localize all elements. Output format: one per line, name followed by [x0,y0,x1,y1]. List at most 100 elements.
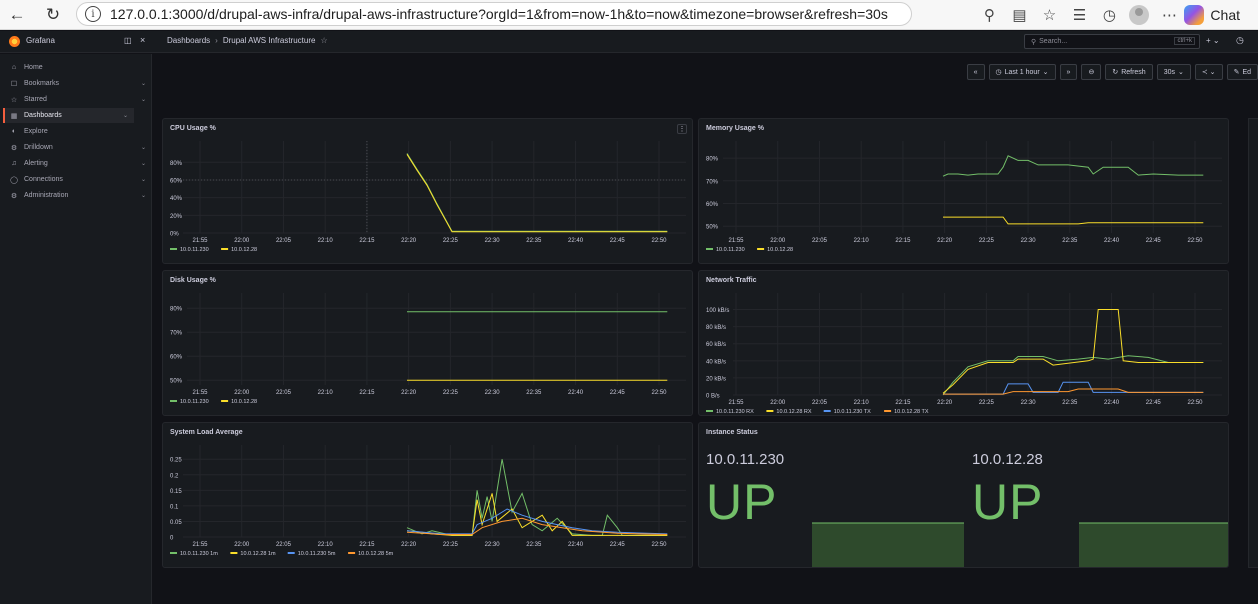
legend-label[interactable]: 10.0.11.230 [180,399,209,405]
x-tick-label: 22:05 [812,238,828,244]
panel-disk-usage[interactable]: 80% 70% 60% 50% 21:55 22:00 22:05 22:10 22:15 22:… [162,270,693,416]
dashboard-controls: « ◷ Last 1 hour ⌄ » ⊖ ↻ Refresh 30s ⌄ ≺ … [966,64,1258,80]
close-menu-icon[interactable]: × [140,35,145,45]
legend-swatch [348,552,356,554]
sidebar-item-label: Administration [24,192,69,199]
legend-label[interactable]: 10.0.12.28 [767,247,793,253]
favorite-icon[interactable]: ☆ [1036,2,1062,28]
legend-label[interactable]: 10.0.11.230 [716,247,745,253]
edit-button[interactable]: ✎ Ed [1226,64,1258,80]
chevron-down-icon: ⌄ [1042,69,1049,76]
x-tick-label: 22:20 [937,238,953,244]
address-bar[interactable]: i 127.0.0.1:3000/d/drupal-aws-infra/drup… [76,2,912,26]
x-tick-label: 22:40 [568,238,584,244]
y-tick-label: 0.1 [170,504,179,510]
history-icon[interactable]: ◷ [1096,2,1122,28]
x-tick-label: 22:00 [234,238,250,244]
sidebar-item-bookmarks[interactable]: ☐ Bookmarks ⌄ [0,76,152,91]
site-info-icon[interactable]: i [85,6,101,22]
legend-label[interactable]: 10.0.12.28 1m [240,551,276,557]
chevron-down-icon[interactable]: ⌄ [141,96,146,103]
sidebar-item-label: Drilldown [24,144,53,151]
legend-label[interactable]: 10.0.11.230 5m [298,551,336,557]
zoom-out-button[interactable]: ⊖ [1081,64,1102,80]
time-back-button[interactable]: « [966,64,985,80]
series-line [943,388,1204,395]
x-tick-label: 22:50 [1187,400,1203,406]
panel-system-load[interactable]: 0.25 0.2 0.15 0.1 0.05 0 21:55 22:00 22:05 22:10 2… [162,422,693,568]
legend-label[interactable]: 10.0.12.28 [231,399,257,405]
x-tick-label: 22:25 [979,400,995,406]
time-forward-button[interactable]: » [1059,64,1078,80]
sidebar-item-connections[interactable]: ◯ Connections ⌄ [0,172,152,187]
legend-swatch [823,410,831,412]
instance-status-value: UP [972,474,1044,530]
breadcrumb-dashboard-title[interactable]: Drupal AWS Infrastructure [223,36,316,45]
legend-label[interactable]: 10.0.12.28 TX [894,409,929,415]
star-dashboard-icon[interactable]: ☆ [320,36,327,45]
favorites-list-icon[interactable]: ☰ [1066,2,1092,28]
legend-swatch [757,248,765,250]
new-menu-button[interactable]: + ⌄ [1206,36,1220,45]
back-icon[interactable]: ← [6,4,28,26]
panel-instance-status[interactable]: Instance Status 10.0.11.230 UP 10.0.12.2… [698,422,1229,568]
legend-swatch [221,248,229,250]
x-tick-label: 22:50 [1187,238,1203,244]
breadcrumb-dashboards[interactable]: Dashboards [167,36,210,45]
chevron-down-icon[interactable]: ⌄ [141,80,146,87]
legend-label[interactable]: 10.0.12.28 RX [776,409,811,415]
x-tick-label: 22:00 [234,390,250,396]
chevron-down-icon[interactable]: ⌄ [123,112,128,119]
legend-swatch [884,410,892,412]
grafana-logo-icon[interactable] [9,36,20,47]
refresh-button[interactable]: ↻ Refresh [1105,64,1153,80]
chevron-down-icon[interactable]: ⌄ [141,176,146,183]
x-tick-label: 21:55 [192,238,208,244]
legend-label[interactable]: 10.0.11.230 1m [180,551,218,557]
x-tick-label: 22:30 [1021,400,1037,406]
panel-cpu-usage[interactable]: 80% 60% 40% 20% 0% 21:55 22:00 22:05 22:10 22:15 2… [162,118,693,264]
breadcrumb: Dashboards › Drupal AWS Infrastructure ☆ [167,36,328,45]
chevron-down-icon[interactable]: ⌄ [141,192,146,199]
x-tick-label: 22:40 [1104,400,1120,406]
sidebar-item-administration[interactable]: ⚙ Administration ⌄ [0,188,152,203]
x-tick-label: 22:25 [443,390,459,396]
panel-memory-usage[interactable]: 80% 70% 60% 50% 21:55 22:00 22:05 22:10 22:15 22:… [698,118,1229,264]
reload-icon[interactable]: ↻ [42,4,64,26]
sidebar-item-home[interactable]: ⌂ Home [0,60,152,75]
bell-icon: ♫ [11,160,17,167]
sidebar-item-drilldown[interactable]: ⚙ Drilldown ⌄ [0,140,152,155]
refresh-interval-select[interactable]: 30s ⌄ [1156,64,1191,80]
x-tick-label: 22:05 [812,400,828,406]
panel-network-traffic[interactable]: 100 kB/s 80 kB/s 60 kB/s 40 kB/s 20 kB/s 0 B/… [698,270,1229,416]
reader-icon[interactable]: ▤ [1006,2,1032,28]
x-tick-label: 22:20 [937,400,953,406]
sidebar-item-alerting[interactable]: ♫ Alerting ⌄ [0,156,152,171]
profile-icon[interactable] [1126,2,1152,28]
chevron-down-icon[interactable]: ⌄ [141,144,146,151]
legend-label[interactable]: 10.0.11.230 RX [716,409,754,415]
legend-swatch [221,400,229,402]
x-tick-label: 22:05 [276,542,292,548]
panel-menu-icon[interactable]: ⋮ [677,124,687,134]
copilot-chat-button[interactable]: Chat [1184,5,1258,25]
more-icon[interactable]: ⋯ [1156,2,1182,28]
legend-label[interactable]: 10.0.12.28 [231,247,257,253]
sidebar-item-explore[interactable]: ◐ Explore [0,124,152,139]
zoom-icon[interactable]: ⚲ [976,2,1002,28]
dock-menu-icon[interactable]: ◫ [124,36,132,45]
time-range-picker[interactable]: ◷ Last 1 hour ⌄ [988,64,1056,80]
panel-title: Memory Usage % [706,125,764,132]
x-tick-label: 22:10 [318,390,334,396]
chevron-down-icon[interactable]: ⌄ [141,160,146,167]
sidebar-item-starred[interactable]: ☆ Starred ⌄ [0,92,152,107]
x-tick-label: 22:05 [276,390,292,396]
legend-label[interactable]: 10.0.11.230 [180,247,209,253]
help-icon[interactable]: ◷ [1236,35,1244,46]
search-input[interactable]: ⚲ Search... ctrl+k [1024,34,1200,49]
y-tick-label: 50% [706,225,719,231]
legend-label[interactable]: 10.0.12.28 5m [358,551,394,557]
share-button[interactable]: ≺ ⌄ [1194,64,1223,80]
sidebar-item-dashboards[interactable]: ▦ Dashboards ⌄ [3,108,134,123]
legend-label[interactable]: 10.0.11.230 TX [834,409,871,415]
